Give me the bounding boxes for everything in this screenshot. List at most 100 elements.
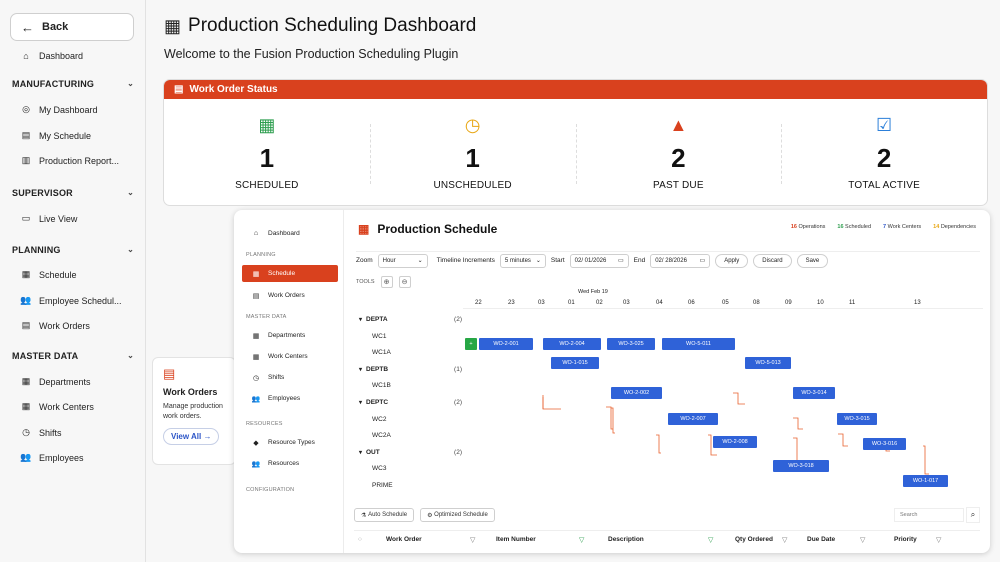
section-title: MASTER DATA <box>12 351 79 361</box>
sidebar-item-schedule[interactable]: ▦ Schedule <box>0 269 146 280</box>
department-row[interactable]: ▾ DEPTB (1) <box>356 362 462 377</box>
preview-section-planning: PLANNING <box>246 252 276 258</box>
sidebar-item-dashboard[interactable]: ⌂ Dashboard <box>0 51 146 61</box>
column-qty-ordered[interactable]: Qty Ordered <box>735 536 773 543</box>
back-button[interactable]: ← Back <box>10 13 134 41</box>
monitor-icon: ▭ <box>21 213 31 223</box>
panel-title: Work Order Status <box>189 84 278 95</box>
sidebar-item-employee-schedule[interactable]: 👥 Employee Schedul... <box>0 295 146 306</box>
gantt-bar[interactable]: WO-1-015 <box>551 357 599 369</box>
gantt-bar[interactable]: WO-3-018 <box>773 460 829 472</box>
nav-label: Employees <box>268 395 301 402</box>
stat-value: 2 <box>671 143 686 173</box>
stat-unscheduled: ◷ 1 UNSCHEDULED <box>369 99 576 205</box>
gantt-bar[interactable]: WO-2-004 <box>543 338 601 350</box>
gantt-bar[interactable]: WO-5-011 <box>662 338 735 350</box>
zoom-in-icon[interactable]: ⊕ <box>380 276 393 288</box>
search-icon[interactable]: ⌕ <box>966 507 980 523</box>
filter-icon[interactable]: ▽ <box>936 536 941 544</box>
preview-nav-resources[interactable]: 👥 Resources <box>242 455 338 472</box>
department-row[interactable]: ▾ DEPTA (2) <box>356 312 462 327</box>
section-supervisor[interactable]: SUPERVISOR ⌄ <box>12 188 134 198</box>
nav-label: Work Orders <box>268 292 305 299</box>
gantt-bar[interactable]: WO-3-025 <box>607 338 655 350</box>
zoom-out-icon[interactable]: ⊖ <box>398 276 411 288</box>
start-date-value: 02/ 01/2026 <box>574 257 607 264</box>
preview-nav-dashboard[interactable]: ⌂ Dashboard <box>242 225 338 242</box>
filter-icon[interactable]: ▽ <box>860 536 865 544</box>
column-due-date[interactable]: Due Date <box>807 536 835 543</box>
column-work-order[interactable]: Work Order <box>386 536 422 543</box>
preview-sidebar: ⌂ Dashboard PLANNING ▦ Schedule ▤ Work Orde… <box>234 210 344 553</box>
preview-nav-resource-types[interactable]: ◆ Resource Types <box>242 434 338 451</box>
search-input[interactable]: Search <box>894 508 964 522</box>
stat-value: 2 <box>876 143 892 173</box>
sidebar-item-my-dashboard[interactable]: ◎ My Dashboard <box>0 104 146 115</box>
preview-nav-departments[interactable]: ▦ Departments <box>242 327 338 344</box>
column-description[interactable]: Description <box>608 536 644 543</box>
zoom-select[interactable]: Hour ⌄ <box>377 253 428 268</box>
timeline-tick: 10 <box>817 300 824 306</box>
preview-nav-work-centers[interactable]: ▦ Work Centers <box>242 348 338 365</box>
optimized-schedule-button[interactable]: ⚙ Optimized Schedule <box>420 508 495 522</box>
sidebar-item-label: Dashboard <box>39 51 84 61</box>
start-marker-icon[interactable]: + <box>465 338 477 350</box>
gantt-bar[interactable]: WO-3-016 <box>863 438 906 450</box>
gantt-bar[interactable]: WO-2-001 <box>479 338 533 350</box>
filter-icon[interactable]: ▽ <box>579 536 584 544</box>
sidebar-item-live-view[interactable]: ▭ Live View <box>0 213 146 224</box>
section-manufacturing[interactable]: MANUFACTURING ⌄ <box>12 79 134 89</box>
preview-nav-work-orders[interactable]: ▤ Work Orders <box>242 287 338 304</box>
sidebar-item-departments[interactable]: ▦ Departments <box>0 376 146 387</box>
calendar-icon: ▭ <box>699 258 706 264</box>
column-priority[interactable]: Priority <box>894 536 917 543</box>
gantt-bar[interactable]: WO-3-015 <box>837 413 877 425</box>
gantt-bar[interactable]: WO-2-008 <box>713 436 757 448</box>
section-master-data[interactable]: MASTER DATA ⌄ <box>12 351 134 361</box>
stat-label: PAST DUE <box>653 180 704 191</box>
gantt-bar[interactable]: WO-5-013 <box>745 357 791 369</box>
sidebar-item-label: My Dashboard <box>39 104 98 115</box>
save-button[interactable]: Save <box>796 253 829 268</box>
discard-button[interactable]: Discard <box>753 253 792 268</box>
filter-icon[interactable]: ▽ <box>782 536 787 544</box>
department-row[interactable]: ▾ OUT (2) <box>356 445 462 460</box>
timeline-tick: 11 <box>849 300 856 306</box>
timeline-tick: 23 <box>508 300 515 306</box>
sidebar-item-work-centers[interactable]: ▦ Work Centers <box>0 401 146 412</box>
preview-nav-schedule[interactable]: ▦ Schedule <box>242 265 338 282</box>
sidebar-item-work-orders[interactable]: ▤ Work Orders <box>0 320 146 331</box>
gantt-bar[interactable]: WO-2-007 <box>668 413 718 425</box>
page-subtitle: Welcome to the Fusion Production Schedul… <box>164 47 459 61</box>
preview-nav-shifts[interactable]: ◷ Shifts <box>242 369 338 386</box>
work-center-row: WC1A <box>356 345 462 360</box>
view-all-button[interactable]: View All → <box>163 428 220 445</box>
stat-past-due: ▲ 2 PAST DUE <box>575 99 782 205</box>
gantt-bar[interactable]: WO-3-014 <box>793 387 835 399</box>
chevron-down-icon: ⌄ <box>127 79 134 88</box>
sidebar-item-shifts[interactable]: ◷ Shifts <box>0 427 146 438</box>
gantt-bar[interactable]: WO-1-017 <box>903 475 948 487</box>
auto-schedule-button[interactable]: ⚗ Auto Schedule <box>354 508 415 522</box>
section-planning[interactable]: PLANNING ⌄ <box>12 245 134 255</box>
sidebar-item-production-report[interactable]: ▥ Production Report... <box>0 155 146 166</box>
gantt-bar[interactable]: WO-2-002 <box>611 387 662 399</box>
filter-icon[interactable]: ▽ <box>470 536 475 544</box>
section-title: SUPERVISOR <box>12 188 73 198</box>
department-row[interactable]: ▾ DEPTC (2) <box>356 395 462 410</box>
legend-count: 16 <box>837 224 844 230</box>
select-all-checkbox[interactable]: ○ <box>358 536 362 543</box>
sidebar-item-my-schedule[interactable]: ▤ My Schedule <box>0 130 146 141</box>
increment-select[interactable]: 5 minutes ⌄ <box>499 253 546 268</box>
preview-nav-employees[interactable]: 👥 Employees <box>242 390 338 407</box>
gauge-icon: ◎ <box>22 104 30 114</box>
column-item-number[interactable]: Item Number <box>496 536 536 543</box>
work-center-row: WC1 <box>356 329 462 344</box>
start-date-input[interactable]: 02/ 01/2026 ▭ <box>569 253 629 268</box>
filter-icon[interactable]: ▽ <box>708 536 713 544</box>
dependency-lines <box>542 392 929 475</box>
legend-work-centers: 7 Work Centers <box>883 224 921 230</box>
apply-button[interactable]: Apply <box>715 253 749 268</box>
sidebar-item-employees[interactable]: 👥 Employees <box>0 452 146 463</box>
end-date-input[interactable]: 02/ 28/2026 ▭ <box>650 253 711 268</box>
